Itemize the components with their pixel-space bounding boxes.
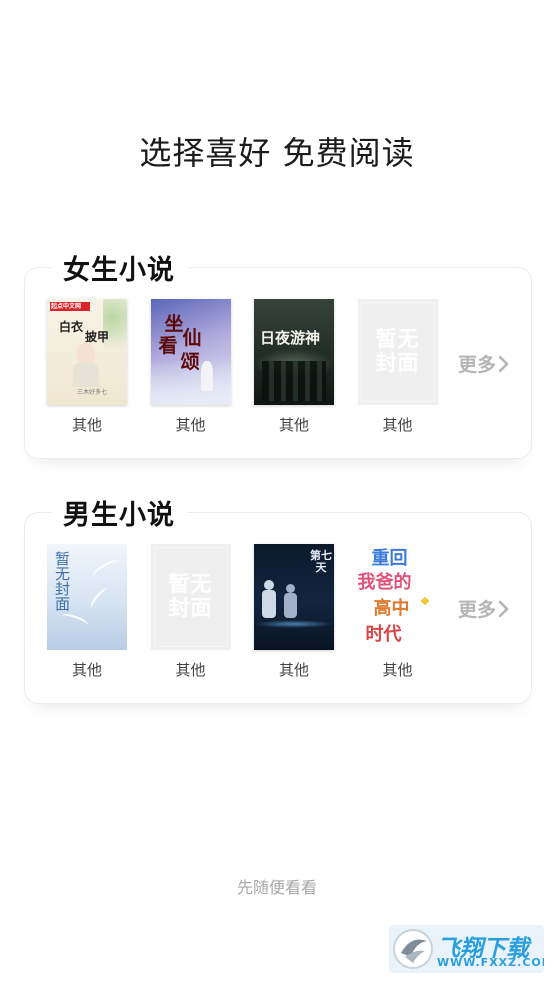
- book-item[interactable]: 日夜游神 其他: [252, 299, 336, 435]
- site-logo-icon: [393, 929, 433, 969]
- watermark-logo: 飞翔下载 WWW.FXXZ.COM: [389, 925, 544, 973]
- book-cover[interactable]: 起点中文网 白衣 披甲 三木好多七: [47, 299, 127, 405]
- book-cover[interactable]: 重回 我爸的 高中 时代: [357, 544, 438, 650]
- watermark-url: WWW.FXXZ.COM: [437, 956, 544, 969]
- page-title: 选择喜好 免费阅读: [139, 134, 415, 172]
- book-category: 其他: [278, 416, 309, 434]
- book-item[interactable]: 暂无 封面 其他: [356, 299, 440, 435]
- more-button-male[interactable]: 更多: [458, 595, 509, 622]
- book-category: 其他: [71, 416, 102, 434]
- book-category: 其他: [382, 416, 413, 434]
- book-list-male: 暂 无 封 面 其他 暂无 封面 其他 第七 天 其他 重回 我爸的 高中 时代…: [45, 544, 459, 680]
- book-cover[interactable]: 坐 看 仙 颂: [150, 299, 231, 405]
- section-male-novels: 男生小说 暂 无 封 面 其他 暂无 封面 其他 第七 天 其他 重回 我爸的 …: [24, 493, 532, 704]
- skip-link[interactable]: 先随便看看: [0, 874, 554, 898]
- book-cover-placeholder[interactable]: 暂无 封面: [357, 299, 438, 405]
- book-category: 其他: [175, 416, 206, 434]
- more-label: 更多: [457, 599, 496, 621]
- book-item[interactable]: 第七 天 其他: [252, 544, 336, 680]
- book-category: 其他: [175, 661, 206, 679]
- book-category: 其他: [71, 661, 102, 679]
- chevron-right-icon: [498, 600, 509, 618]
- book-item[interactable]: 暂无 封面 其他: [149, 544, 233, 680]
- book-item[interactable]: 重回 我爸的 高中 时代 其他: [356, 544, 440, 680]
- book-cover-placeholder[interactable]: 暂无 封面: [150, 544, 231, 650]
- book-cover[interactable]: 日夜游神: [254, 299, 334, 405]
- book-cover[interactable]: 暂 无 封 面: [47, 544, 127, 650]
- section-female-novels: 女生小说 起点中文网 白衣 披甲 三木好多七 其他 坐 看 仙 颂 其他 日夜游…: [24, 248, 532, 459]
- book-category: 其他: [278, 661, 309, 679]
- book-item[interactable]: 暂 无 封 面 其他: [45, 544, 129, 680]
- more-label: 更多: [457, 354, 496, 376]
- section-title-female: 女生小说: [51, 248, 187, 287]
- book-list-female: 起点中文网 白衣 披甲 三木好多七 其他 坐 看 仙 颂 其他 日夜游神 其他 …: [45, 299, 459, 435]
- more-button-female[interactable]: 更多: [458, 350, 509, 377]
- chevron-right-icon: [498, 355, 509, 373]
- book-item[interactable]: 坐 看 仙 颂 其他: [149, 299, 233, 435]
- section-title-male: 男生小说: [51, 493, 187, 532]
- book-category: 其他: [382, 661, 413, 679]
- book-cover[interactable]: 第七 天: [254, 544, 334, 650]
- book-item[interactable]: 起点中文网 白衣 披甲 三木好多七 其他: [45, 299, 129, 435]
